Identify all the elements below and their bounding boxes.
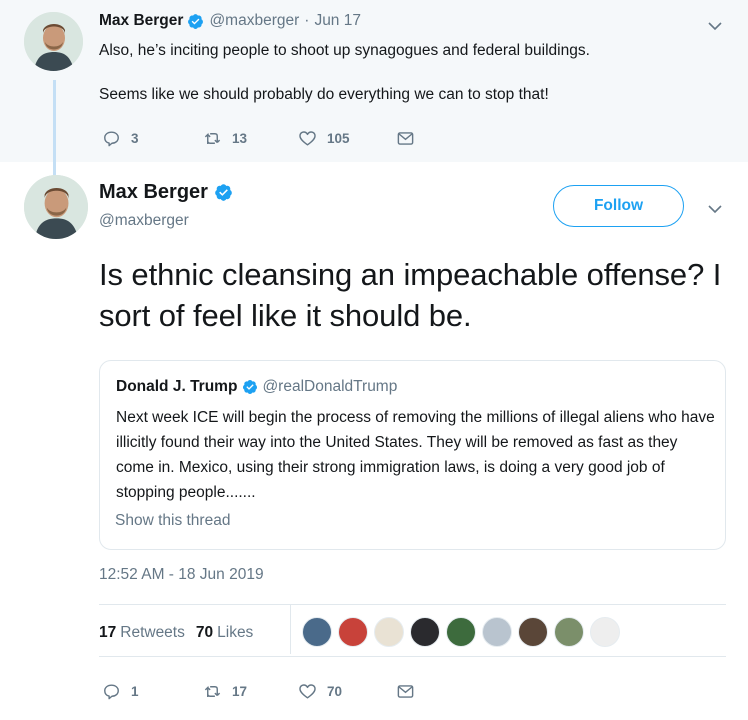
reply-icon (104, 684, 119, 700)
likes-stat[interactable]: 70 Likes (196, 624, 253, 642)
reply-button[interactable]: 1 (102, 682, 203, 701)
tweet-timestamp[interactable]: 12:52 AM - 18 Jun 2019 (99, 566, 264, 584)
retweets-stat[interactable]: 17 Retweets (99, 624, 185, 642)
liker-avatar[interactable] (302, 617, 332, 647)
liker-avatar[interactable] (554, 617, 584, 647)
quoted-author-name: Donald J. Trump (116, 378, 238, 395)
retweet-count: 17 (232, 684, 248, 699)
likes-stat-label: Likes (217, 624, 254, 641)
parent-tweet-actions: 3 13 105 (102, 129, 415, 148)
avatar[interactable] (24, 175, 88, 239)
retweet-button[interactable]: 17 (203, 682, 298, 701)
retweet-icon (204, 685, 221, 698)
quoted-author-handle: @realDonaldTrump (262, 378, 398, 395)
like-button[interactable]: 70 (298, 682, 396, 701)
reply-button[interactable]: 3 (102, 129, 203, 148)
retweets-stat-label: Retweets (120, 624, 185, 641)
heart-icon (299, 684, 316, 699)
avatar[interactable] (24, 12, 83, 71)
tweet-text-line: Also, he’s inciting people to shoot up s… (99, 42, 590, 59)
reply-count: 1 (131, 684, 139, 699)
author-name[interactable]: Max Berger (99, 181, 208, 204)
heart-icon (299, 131, 316, 146)
author-name-row: Max Berger (99, 181, 238, 204)
thread-connector (53, 162, 56, 176)
quoted-tweet-header: Donald J. Trump @realDonaldTrump (116, 378, 397, 396)
separator-dot: · (304, 12, 310, 29)
liker-avatar[interactable] (590, 617, 620, 647)
direct-message-button[interactable] (396, 682, 415, 701)
like-count: 105 (327, 131, 350, 146)
retweet-icon (204, 132, 221, 145)
tweet-actions: 1 17 70 (102, 682, 415, 701)
envelope-icon (397, 685, 414, 698)
verified-badge-icon (188, 13, 204, 29)
retweet-button[interactable]: 13 (203, 129, 298, 148)
verified-badge-icon (215, 184, 232, 201)
envelope-icon (397, 132, 414, 145)
direct-message-button[interactable] (396, 129, 415, 148)
reply-count: 3 (131, 131, 139, 146)
show-thread-link[interactable]: Show this thread (115, 512, 230, 530)
quoted-tweet[interactable]: Donald J. Trump @realDonaldTrump Next we… (99, 360, 726, 550)
chevron-down-icon[interactable] (707, 201, 723, 217)
liker-avatar[interactable] (338, 617, 368, 647)
quoted-tweet-text: Next week ICE will begin the process of … (116, 409, 715, 501)
divider (99, 604, 726, 605)
likes-stat-count: 70 (195, 624, 214, 641)
liker-avatar[interactable] (482, 617, 512, 647)
like-count: 70 (327, 684, 343, 699)
verified-badge-icon (243, 380, 258, 394)
liker-avatar[interactable] (446, 617, 476, 647)
author-handle[interactable]: @maxberger (99, 212, 189, 230)
parent-tweet[interactable]: Max Berger @maxberger · Jun 17 Also, he’… (0, 0, 748, 180)
liker-avatar[interactable] (410, 617, 440, 647)
tweet-date[interactable]: Jun 17 (314, 12, 361, 30)
parent-tweet-text: Also, he’s inciting people to shoot up s… (99, 40, 719, 106)
divider (99, 656, 726, 657)
retweets-stat-count: 17 (99, 624, 117, 641)
likers-avatars (302, 617, 626, 647)
liker-avatar[interactable] (374, 617, 404, 647)
retweet-count: 13 (232, 131, 248, 146)
liker-avatar[interactable] (518, 617, 548, 647)
tweet-text: Is ethnic cleansing an impeachable offen… (99, 257, 722, 333)
parent-tweet-header: Max Berger @maxberger · Jun 17 (99, 12, 361, 30)
tweet-text-line: Seems like we should probably do everyth… (99, 86, 549, 103)
author-handle[interactable]: @maxberger (209, 12, 299, 30)
chevron-down-icon[interactable] (707, 18, 723, 34)
follow-button[interactable]: Follow (553, 185, 684, 227)
reply-icon (104, 131, 119, 147)
divider (290, 604, 291, 654)
like-button[interactable]: 105 (298, 129, 396, 148)
author-name[interactable]: Max Berger (99, 12, 183, 30)
engagement-stats: 17 Retweets 70 Likes (99, 624, 264, 642)
